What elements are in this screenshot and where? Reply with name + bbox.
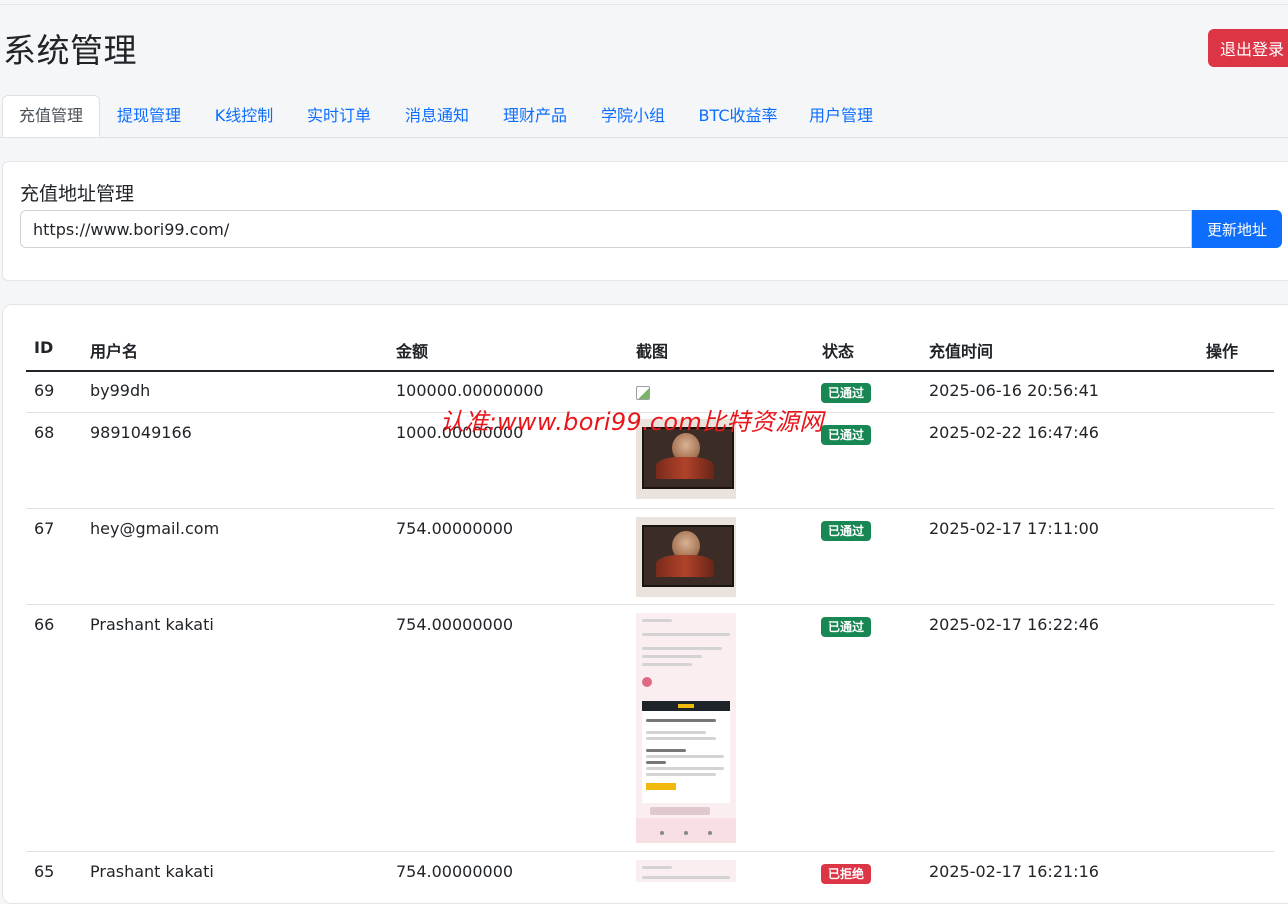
- page-title: 系统管理: [3, 31, 137, 70]
- nav-dot-shape: [660, 831, 664, 835]
- cell-time: 2025-02-17 16:21:16: [929, 862, 1099, 881]
- cell-amount: 754.00000000: [396, 615, 514, 634]
- table-row: 67 hey@gmail.com 754.00000000 已通过 2025-0…: [26, 509, 1274, 605]
- status-line-shape: [642, 866, 672, 869]
- cell-time: 2025-02-17 16:22:46: [929, 615, 1099, 634]
- painting-thumbnail[interactable]: [636, 517, 736, 597]
- phone-screenshot-thumbnail[interactable]: [636, 860, 736, 882]
- header-time: 充值时间: [929, 342, 994, 361]
- header-screenshot: 截图: [636, 342, 669, 361]
- cell-id: 66: [34, 615, 55, 634]
- watermark-text: 认准:www.bori99.com比特资源网: [440, 408, 824, 436]
- tab-btc-yield[interactable]: BTC收益率: [686, 95, 790, 137]
- recharge-address-card: 充值地址管理 更新地址: [2, 161, 1288, 281]
- header-username: 用户名: [90, 342, 139, 361]
- cell-amount: 754.00000000: [396, 862, 514, 881]
- cell-username: Prashant kakati: [90, 862, 214, 881]
- nav-dot-shape: [708, 831, 712, 835]
- text-line-shape: [646, 767, 724, 770]
- email-banner-shape: [642, 701, 730, 711]
- cell-username: Prashant kakati: [90, 615, 214, 634]
- table-row: 66 Prashant kakati 754.00000000 已通过 2025…: [26, 605, 1274, 852]
- tab-withdraw[interactable]: 提现管理: [104, 95, 194, 137]
- top-divider: [0, 4, 1288, 5]
- text-line-shape: [646, 731, 706, 734]
- text-line-shape: [646, 773, 716, 776]
- table-header-row: ID 用户名 金额 截图 状态 充值时间 操作: [26, 330, 1274, 372]
- recharge-address-input[interactable]: [20, 210, 1192, 248]
- broken-image-icon[interactable]: [636, 386, 650, 400]
- text-line-shape: [642, 655, 702, 658]
- tab-user-management[interactable]: 用户管理: [796, 95, 886, 137]
- cell-id: 67: [34, 519, 55, 538]
- portrait-shawl-shape: [656, 457, 714, 479]
- tab-notifications[interactable]: 消息通知: [392, 95, 482, 137]
- tab-recharge[interactable]: 充值管理: [2, 95, 100, 137]
- sender-avatar-shape: [642, 677, 652, 687]
- cell-amount: 754.00000000: [396, 519, 514, 538]
- cell-time: 2025-02-17 17:11:00: [929, 519, 1099, 538]
- cell-time: 2025-02-22 16:47:46: [929, 423, 1099, 442]
- tab-wealth-products[interactable]: 理财产品: [490, 95, 580, 137]
- header-status: 状态: [822, 342, 855, 361]
- cell-amount: 100000.00000000: [396, 381, 544, 400]
- text-line-shape: [646, 749, 686, 752]
- cell-username: by99dh: [90, 381, 151, 400]
- logout-button[interactable]: 退出登录: [1208, 29, 1288, 67]
- cell-id: 68: [34, 423, 55, 442]
- tab-bar: 充值管理 提现管理 K线控制 实时订单 消息通知 理财产品 学院小组 BTC收益…: [0, 95, 1288, 138]
- text-line-shape: [642, 647, 722, 650]
- status-line-shape: [642, 619, 672, 622]
- header-amount: 金额: [396, 342, 429, 361]
- status-badge: 已通过: [821, 383, 872, 403]
- cell-id: 65: [34, 862, 55, 881]
- dashboard-button-shape: [646, 783, 676, 790]
- text-line-shape: [642, 876, 730, 879]
- cell-id: 69: [34, 381, 55, 400]
- cell-username: 9891049166: [90, 423, 192, 442]
- text-line-shape: [642, 633, 730, 636]
- header-actions: 操作: [1206, 342, 1239, 361]
- status-badge: 已通过: [821, 521, 872, 541]
- status-badge: 已拒绝: [821, 864, 872, 884]
- text-line-shape: [646, 761, 666, 764]
- text-line-shape: [646, 755, 724, 758]
- update-address-button[interactable]: 更新地址: [1192, 210, 1282, 248]
- table-row: 65 Prashant kakati 754.00000000 已拒绝 2025…: [26, 852, 1274, 892]
- nav-dot-shape: [684, 831, 688, 835]
- text-line-shape: [642, 663, 692, 666]
- tab-kline-control[interactable]: K线控制: [200, 95, 288, 137]
- portrait-shawl-shape: [656, 555, 714, 577]
- phone-screenshot-thumbnail[interactable]: [636, 613, 736, 843]
- text-line-shape: [646, 737, 716, 740]
- cell-username: hey@gmail.com: [90, 519, 220, 538]
- text-line-shape: [646, 719, 716, 722]
- reply-bar-shape: [650, 807, 710, 815]
- cell-time: 2025-06-16 20:56:41: [929, 381, 1099, 400]
- tab-academy-groups[interactable]: 学院小组: [588, 95, 678, 137]
- tab-live-orders[interactable]: 实时订单: [294, 95, 384, 137]
- status-badge: 已通过: [821, 617, 872, 637]
- header-id: ID: [34, 338, 54, 357]
- recharge-address-title: 充值地址管理: [20, 183, 135, 205]
- status-badge: 已通过: [821, 425, 872, 445]
